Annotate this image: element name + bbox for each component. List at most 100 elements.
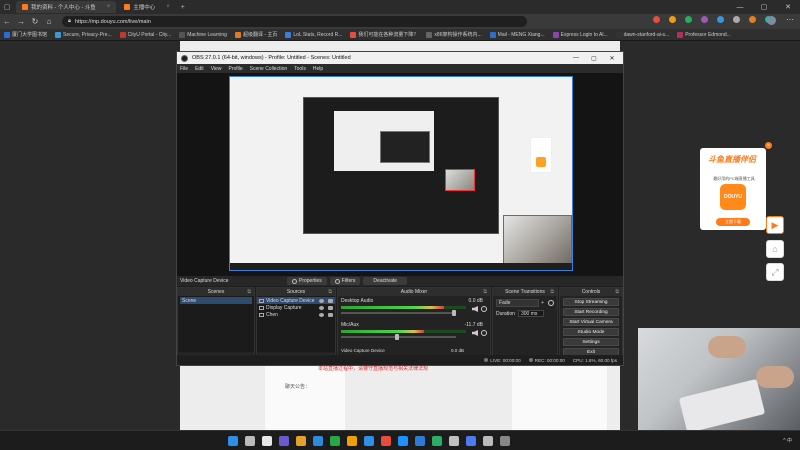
volume-slider[interactable] bbox=[341, 334, 456, 340]
obs-menu-scene-collection[interactable]: Scene Collection bbox=[250, 66, 288, 72]
taskbar-app-icon[interactable] bbox=[381, 436, 391, 446]
extension-icon[interactable] bbox=[653, 16, 660, 23]
back-button[interactable]: ← bbox=[0, 14, 14, 29]
tab-close-icon[interactable]: × bbox=[166, 4, 170, 10]
extension-icon[interactable] bbox=[717, 16, 724, 23]
bookmark-item[interactable]: Express Login to Al... bbox=[552, 31, 608, 38]
extension-icon[interactable] bbox=[733, 16, 740, 23]
taskbar-app-icon[interactable] bbox=[364, 436, 374, 446]
taskbar-app-icon[interactable] bbox=[466, 436, 476, 446]
bookmark-item[interactable]: x86架构操作系统内... bbox=[426, 31, 482, 38]
obs-menu-file[interactable]: File bbox=[180, 66, 188, 72]
volume-slider[interactable] bbox=[341, 310, 456, 316]
lock-icon[interactable] bbox=[328, 305, 333, 310]
browser-tab-anchor-center[interactable]: 主播中心 × bbox=[118, 1, 176, 13]
obs-menu-view[interactable]: View bbox=[211, 66, 222, 72]
bookmark-item[interactable]: CityU Portal - City... bbox=[119, 31, 171, 38]
obs-maximize-icon[interactable]: ▢ bbox=[585, 52, 603, 64]
deactivate-button[interactable]: Deactivate bbox=[363, 277, 408, 285]
bookmark-item[interactable]: dawn-stanford-ai-s... bbox=[615, 31, 669, 38]
taskbar-app-icon[interactable] bbox=[228, 436, 238, 446]
lock-icon[interactable] bbox=[328, 312, 333, 317]
taskbar-app-icon[interactable] bbox=[296, 436, 306, 446]
bookmark-item[interactable]: LoL Stats, Record R... bbox=[285, 31, 342, 38]
taskbar-app-icon[interactable] bbox=[330, 436, 340, 446]
speaker-icon[interactable] bbox=[472, 306, 478, 312]
home-button[interactable]: ⌂ bbox=[42, 14, 56, 29]
play-icon[interactable]: ▶ bbox=[766, 216, 784, 234]
taskbar-app-icon[interactable] bbox=[415, 436, 425, 446]
extension-icon[interactable] bbox=[749, 16, 756, 23]
tab-actions-icon[interactable]: ▢ bbox=[0, 0, 14, 14]
dock-float-icon[interactable]: ⧉ bbox=[328, 289, 332, 295]
dock-float-icon[interactable]: ⧉ bbox=[483, 289, 487, 295]
minimize-icon[interactable]: — bbox=[728, 0, 752, 14]
extension-icon[interactable] bbox=[701, 16, 708, 23]
taskbar-app-icon[interactable] bbox=[449, 436, 459, 446]
dock-float-icon[interactable]: ⧉ bbox=[247, 289, 251, 295]
bookmark-item[interactable]: Mail - MENG Xiang... bbox=[489, 31, 545, 38]
transition-select[interactable]: Fade bbox=[496, 298, 539, 307]
gear-icon[interactable] bbox=[481, 330, 487, 336]
obs-menu-help[interactable]: Help bbox=[313, 66, 323, 72]
add-icon[interactable]: + bbox=[539, 300, 546, 306]
taskbar-app-icon[interactable] bbox=[500, 436, 510, 446]
new-tab-button[interactable]: + bbox=[176, 0, 190, 14]
properties-button[interactable]: Properties bbox=[287, 277, 327, 285]
url-bar[interactable]: 🔒︎ https://mp.douyu.com/live/main bbox=[62, 16, 527, 27]
taskbar-app-icon[interactable] bbox=[313, 436, 323, 446]
taskbar-app-icon[interactable] bbox=[432, 436, 442, 446]
obs-menu-profile[interactable]: Profile bbox=[228, 66, 242, 72]
forward-button[interactable]: → bbox=[14, 14, 28, 29]
scene-item[interactable]: Scene bbox=[180, 297, 252, 304]
douyu-companion-ad[interactable]: 斗鱼直播伴侣 最好用的PC端直播工具 DOUYU 立即下载 bbox=[700, 148, 766, 230]
obs-minimize-icon[interactable]: — bbox=[567, 52, 585, 64]
slider-knob[interactable] bbox=[394, 334, 399, 340]
tab-close-icon[interactable]: × bbox=[107, 4, 111, 10]
taskbar-app-icon[interactable] bbox=[279, 436, 289, 446]
obs-preview-canvas[interactable] bbox=[229, 76, 573, 271]
lock-icon[interactable] bbox=[328, 298, 333, 303]
browser-menu-icon[interactable]: ⋯ bbox=[786, 15, 794, 24]
gear-icon[interactable] bbox=[481, 306, 487, 312]
taskbar-app-icon[interactable] bbox=[398, 436, 408, 446]
start-virtual-camera-button[interactable]: Start Virtual Camera bbox=[563, 318, 619, 326]
source-item[interactable]: Video Capture Device bbox=[257, 297, 335, 304]
gear-icon[interactable] bbox=[548, 299, 554, 306]
extension-icon[interactable] bbox=[669, 16, 676, 23]
ad-close-icon[interactable]: × bbox=[765, 142, 772, 149]
bookmark-item[interactable]: 我们可能在各种流量下降？ bbox=[350, 31, 418, 38]
filters-button[interactable]: Filters bbox=[329, 277, 361, 285]
visibility-icon[interactable] bbox=[319, 305, 324, 310]
dock-float-icon[interactable]: ⧉ bbox=[615, 289, 619, 295]
expand-icon[interactable]: ⤢ bbox=[766, 263, 784, 281]
duration-input[interactable]: 300 ms bbox=[518, 310, 544, 317]
bookmark-item[interactable]: Professor Edmond... bbox=[677, 31, 731, 38]
taskbar-app-icon[interactable] bbox=[262, 436, 272, 446]
bookmark-item[interactable]: 超级翻译 - 主页 bbox=[234, 31, 277, 38]
visibility-icon[interactable] bbox=[319, 312, 324, 317]
preview-webcam-source[interactable] bbox=[503, 215, 572, 269]
ad-download-button[interactable]: 立即下载 bbox=[716, 218, 750, 226]
home-icon[interactable]: ⌂ bbox=[766, 240, 784, 258]
obs-close-icon[interactable]: ✕ bbox=[603, 52, 621, 64]
taskbar-app-icon[interactable] bbox=[245, 436, 255, 446]
maximize-icon[interactable]: ▢ bbox=[752, 0, 776, 14]
browser-tab-profile[interactable]: 我的资料 - 个人中心 - 斗鱼 × bbox=[16, 1, 117, 13]
source-item[interactable]: Chen bbox=[257, 311, 335, 318]
stop-streaming-button[interactable]: Stop Streaming bbox=[563, 298, 619, 306]
start-recording-button[interactable]: Start Recording bbox=[563, 308, 619, 316]
close-window-icon[interactable]: ✕ bbox=[776, 0, 800, 14]
settings-button[interactable]: Settings bbox=[563, 338, 619, 346]
reload-button[interactable]: ↻ bbox=[28, 14, 42, 29]
visibility-icon[interactable] bbox=[319, 298, 324, 303]
taskbar-app-icon[interactable] bbox=[483, 436, 493, 446]
profile-avatar[interactable] bbox=[767, 16, 776, 25]
obs-menu-tools[interactable]: Tools bbox=[294, 66, 306, 72]
slider-knob[interactable] bbox=[452, 310, 456, 316]
dock-float-icon[interactable]: ⧉ bbox=[550, 289, 554, 295]
extension-icon[interactable] bbox=[685, 16, 692, 23]
bookmark-item[interactable]: Secure, Privacy-Pre... bbox=[55, 31, 112, 38]
obs-menu-edit[interactable]: Edit bbox=[195, 66, 204, 72]
studio-mode-button[interactable]: Studio Mode bbox=[563, 328, 619, 336]
